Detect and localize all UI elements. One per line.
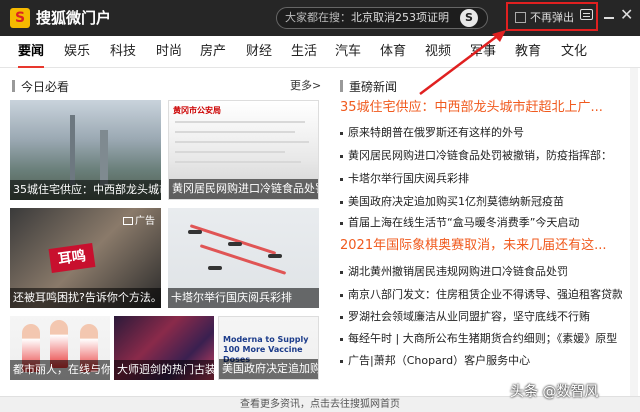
arrow-line bbox=[419, 33, 501, 95]
arrow-head bbox=[492, 30, 506, 42]
annotation-arrow bbox=[419, 30, 506, 95]
